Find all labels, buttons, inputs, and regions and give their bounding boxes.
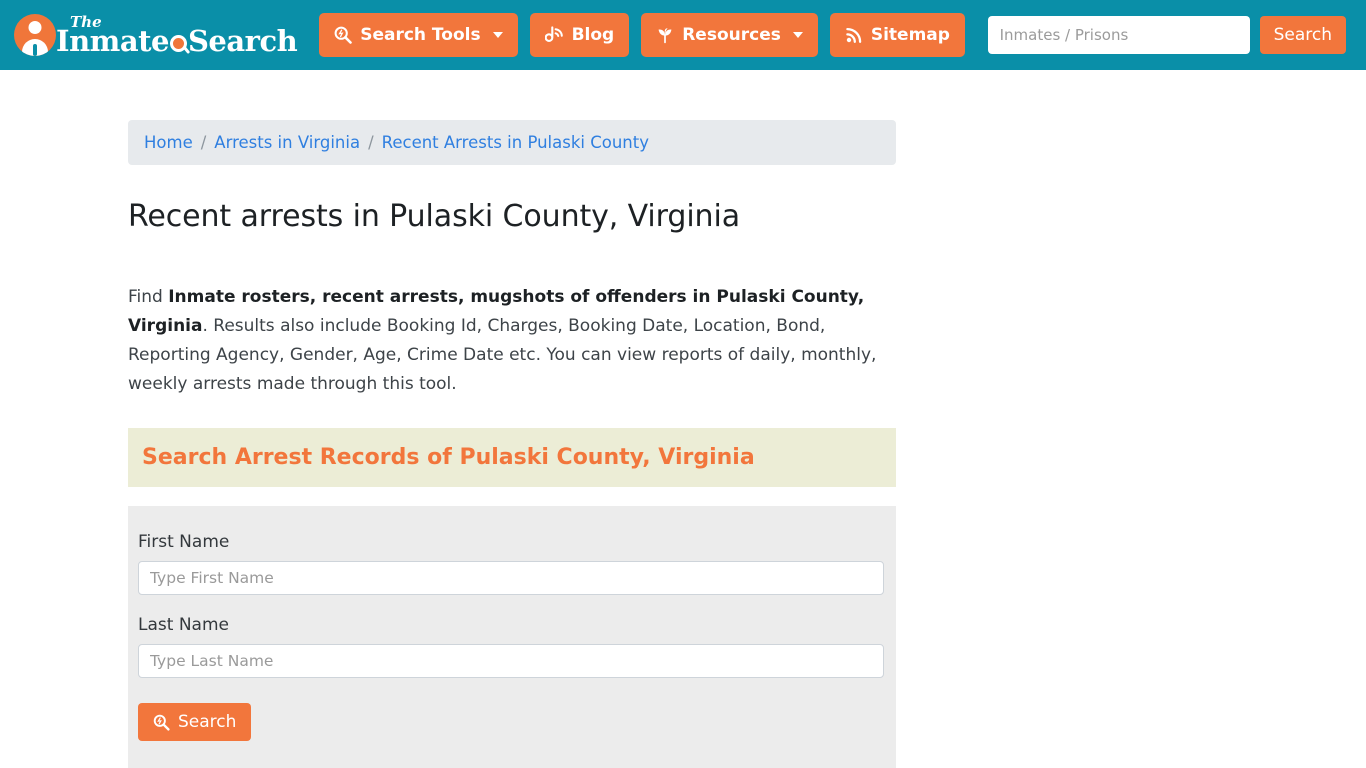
nav-blog-button[interactable]: Blog xyxy=(529,13,630,57)
form-search-button[interactable]: Search xyxy=(138,703,252,741)
logo-person-icon xyxy=(14,14,56,56)
nav-search-tools-button[interactable]: Search Tools xyxy=(319,13,518,57)
nav-sitemap-label: Sitemap xyxy=(870,25,950,45)
site-logo[interactable]: The Inmate Search xyxy=(14,12,298,58)
header-search-input[interactable] xyxy=(987,16,1250,54)
logo-main-text: Inmate Search xyxy=(56,23,298,58)
breadcrumb: Home / Arrests in Virginia / Recent Arre… xyxy=(128,120,896,165)
content-container: Home / Arrests in Virginia / Recent Arre… xyxy=(128,120,896,768)
page-body: Home / Arrests in Virginia / Recent Arre… xyxy=(0,70,1366,768)
last-name-input[interactable] xyxy=(138,644,884,678)
intro-paragraph: Find Inmate rosters, recent arrests, mug… xyxy=(128,283,898,399)
page-title: Recent arrests in Pulaski County, Virgin… xyxy=(128,199,740,234)
logo-inmate-text: Inmate xyxy=(56,23,169,58)
primary-nav: Search Tools Blog Resources Sitemap xyxy=(319,13,965,57)
first-name-group: First Name xyxy=(138,532,886,595)
nav-blog-label: Blog xyxy=(571,25,615,45)
first-name-label: First Name xyxy=(138,532,230,552)
search-icon xyxy=(153,714,170,731)
logo-search-text: Search xyxy=(187,23,298,58)
logo-text: The Inmate Search xyxy=(56,14,298,58)
resources-icon xyxy=(656,26,674,44)
nav-resources-button[interactable]: Resources xyxy=(641,13,818,57)
search-records-heading: Search Arrest Records of Pulaski County,… xyxy=(128,428,896,487)
nav-search-tools-label: Search Tools xyxy=(360,25,481,45)
logo-magnifier-icon xyxy=(169,34,187,52)
intro-lead: Find xyxy=(128,287,169,307)
site-header: The Inmate Search Search Tools Blog Reso… xyxy=(0,0,1366,70)
search-tools-icon xyxy=(334,26,353,44)
intro-rest: . Results also include Booking Id, Charg… xyxy=(128,316,877,394)
blog-icon xyxy=(544,25,564,45)
breadcrumb-separator: / xyxy=(368,133,374,152)
chevron-down-icon xyxy=(492,32,503,38)
chevron-down-icon xyxy=(792,32,803,38)
breadcrumb-separator: / xyxy=(200,133,207,152)
first-name-input[interactable] xyxy=(138,561,884,595)
breadcrumb-item-home[interactable]: Home xyxy=(144,133,193,152)
header-search-button[interactable]: Search xyxy=(1259,16,1346,54)
last-name-label: Last Name xyxy=(138,615,229,635)
form-search-label: Search xyxy=(178,712,237,732)
last-name-group: Last Name xyxy=(138,615,886,678)
rss-icon xyxy=(845,26,863,44)
header-search: Search xyxy=(987,16,1346,54)
nav-sitemap-button[interactable]: Sitemap xyxy=(829,13,965,57)
arrest-search-form: First Name Last Name Search xyxy=(128,506,896,768)
breadcrumb-item-arrests-in-virginia[interactable]: Arrests in Virginia xyxy=(214,133,360,152)
breadcrumb-item-recent-arrests[interactable]: Recent Arrests in Pulaski County xyxy=(382,133,649,152)
nav-resources-label: Resources xyxy=(682,25,781,45)
